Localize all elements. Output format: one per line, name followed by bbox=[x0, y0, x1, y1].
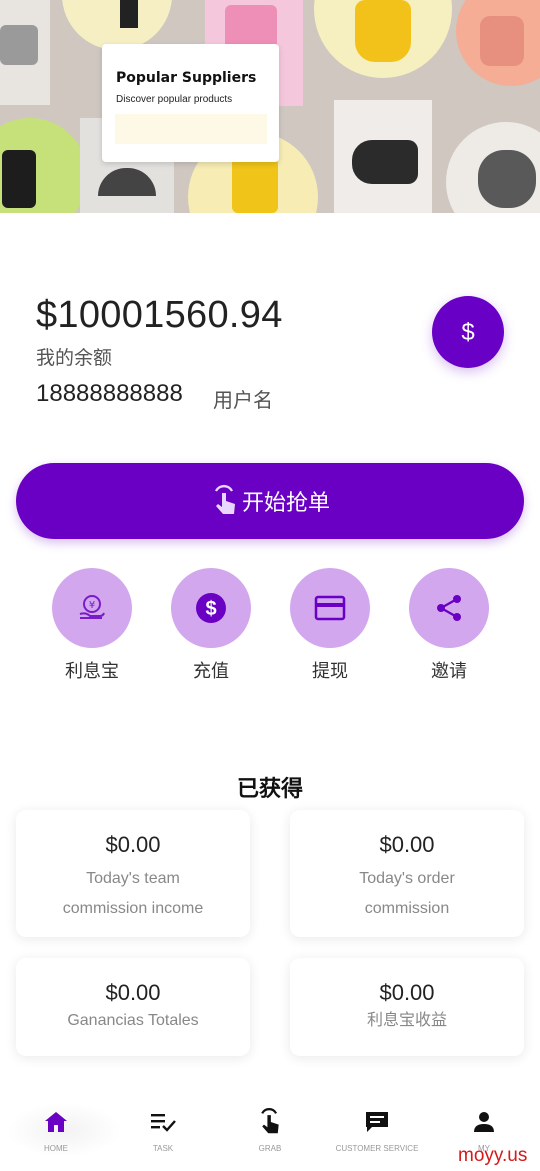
chat-icon bbox=[366, 1112, 388, 1132]
start-grab-label: 开始抢单 bbox=[241, 490, 330, 515]
dollar-sign-icon: $ bbox=[461, 319, 474, 346]
stat-value: $0.00 bbox=[105, 832, 161, 857]
balance-amount: $10001560.94 bbox=[36, 294, 283, 336]
action-recharge-label: 充值 bbox=[193, 661, 229, 681]
home-icon bbox=[45, 1112, 67, 1132]
nav-grab-label: GRAB bbox=[258, 1144, 282, 1153]
nav-home[interactable]: HOME bbox=[2, 1108, 110, 1153]
nav-home-label: HOME bbox=[44, 1144, 68, 1153]
stat-desc-line: Ganancias Totales bbox=[67, 1012, 199, 1029]
svg-text:¥: ¥ bbox=[89, 600, 95, 611]
tap-hand-icon bbox=[214, 485, 235, 514]
dollar-circle-icon: $ bbox=[196, 593, 226, 623]
stat-desc-line: commission income bbox=[62, 900, 204, 917]
yellow-circle-bg bbox=[62, 0, 172, 50]
promo-card[interactable]: Popular Suppliers Discover popular produ… bbox=[102, 44, 279, 162]
promo-banner[interactable]: Popular Suppliers Discover popular produ… bbox=[0, 0, 540, 213]
svg-text:$: $ bbox=[461, 319, 474, 346]
action-interest-circle[interactable]: ¥ bbox=[52, 568, 132, 648]
username-label: 用户名 bbox=[213, 390, 273, 412]
start-grab-button[interactable]: 开始抢单 bbox=[16, 463, 524, 539]
mixer-shape bbox=[480, 16, 524, 66]
stat-value: $0.00 bbox=[379, 832, 435, 857]
stat-card-total-earnings: $0.00 Ganancias Totales bbox=[16, 958, 250, 1056]
nav-grab[interactable]: GRAB bbox=[216, 1107, 324, 1153]
sneaker-shape bbox=[352, 140, 418, 184]
nav-task-label: TASK bbox=[152, 1144, 174, 1153]
promo-title: Popular Suppliers bbox=[116, 70, 257, 86]
bottle-image bbox=[120, 0, 138, 28]
drill-tool-shape bbox=[0, 25, 38, 65]
stat-desc-line: 利息宝收益 bbox=[366, 1012, 447, 1029]
gloves-shape bbox=[2, 150, 36, 208]
stat-card-team-commission: $0.00 Today's team commission income bbox=[16, 810, 250, 937]
stat-card-order-commission: $0.00 Today's order commission bbox=[290, 810, 524, 937]
card-icon bbox=[314, 595, 346, 621]
stat-desc-line: Today's order bbox=[359, 870, 455, 887]
promo-subtitle: Discover popular products bbox=[116, 94, 233, 105]
stat-desc: 利息宝收益 bbox=[290, 1006, 524, 1036]
stat-desc: Ganancias Totales bbox=[16, 1006, 250, 1036]
action-withdraw-circle[interactable] bbox=[290, 568, 370, 648]
svg-text:$: $ bbox=[205, 598, 216, 620]
stat-desc: Today's team commission income bbox=[16, 864, 250, 924]
action-invite-label: 邀请 bbox=[431, 661, 467, 681]
stat-value: $0.00 bbox=[379, 980, 435, 1005]
action-recharge[interactable]: $ 充值 bbox=[156, 568, 266, 683]
yellow-drill-shape bbox=[232, 158, 278, 213]
action-withdraw-label: 提现 bbox=[312, 661, 348, 681]
yellow-chair-shape bbox=[355, 0, 411, 62]
stat-value: $0.00 bbox=[105, 980, 161, 1005]
account-phone: 18888888888 bbox=[36, 380, 183, 407]
interest-coin-hand-icon: ¥ bbox=[79, 595, 105, 619]
nav-customer-service[interactable]: CUSTOMER SERVICE bbox=[323, 1108, 431, 1153]
stat-desc: Today's order commission bbox=[290, 864, 524, 924]
task-list-icon bbox=[151, 1114, 176, 1132]
watermark-text: moyy.us bbox=[458, 1145, 528, 1166]
stat-desc-line: commission bbox=[364, 900, 450, 917]
action-invite-circle[interactable] bbox=[409, 568, 489, 648]
nav-customer-service-label: CUSTOMER SERVICE bbox=[335, 1144, 419, 1153]
action-withdraw[interactable]: 提现 bbox=[275, 568, 385, 683]
action-interest[interactable]: ¥ 利息宝 bbox=[37, 568, 147, 683]
balance-dollar-button[interactable]: $ bbox=[432, 296, 504, 368]
stat-card-interest-earnings: $0.00 利息宝收益 bbox=[290, 958, 524, 1056]
balance-label: 我的余额 bbox=[36, 348, 113, 369]
share-icon bbox=[437, 595, 461, 621]
earned-title: 已获得 bbox=[236, 776, 303, 801]
action-invite[interactable]: 邀请 bbox=[394, 568, 504, 683]
action-interest-label: 利息宝 bbox=[65, 661, 119, 681]
action-recharge-circle[interactable]: $ bbox=[171, 568, 251, 648]
person-icon bbox=[474, 1112, 494, 1132]
nav-task[interactable]: TASK bbox=[109, 1108, 217, 1153]
stat-desc-line: Today's team bbox=[86, 870, 180, 887]
tap-hand-icon bbox=[261, 1107, 279, 1134]
promo-cta-bar[interactable] bbox=[115, 114, 267, 144]
elephant-shape bbox=[478, 150, 536, 208]
